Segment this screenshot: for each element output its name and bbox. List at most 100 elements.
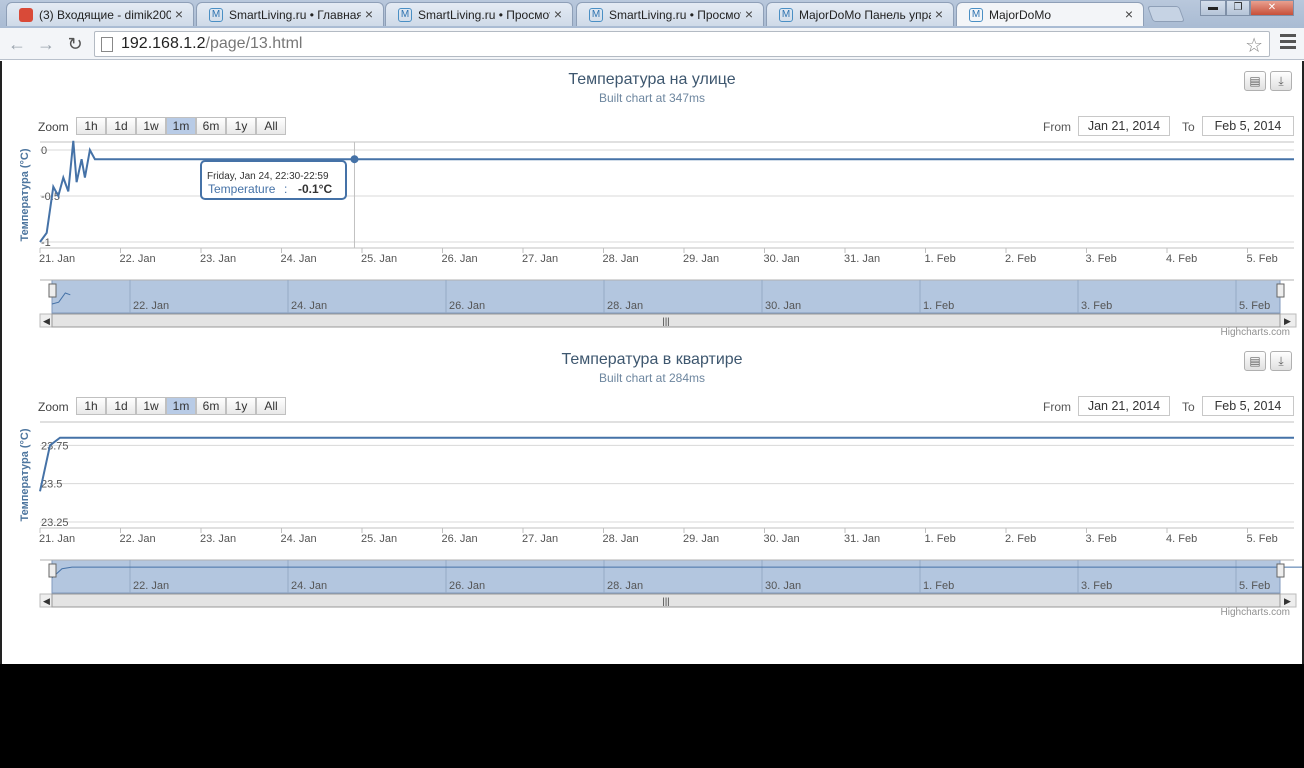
chart-panel: Температура в квартире Built chart at 284… xyxy=(2,341,1302,621)
y-axis-label: Температура (°C) xyxy=(19,148,31,241)
x-tick-label: 29. Jan xyxy=(683,533,719,545)
tooltip-series: Temperature xyxy=(208,182,276,196)
close-tab-icon[interactable]: × xyxy=(554,6,562,22)
credits-link[interactable]: Highcharts.com xyxy=(1221,327,1290,338)
x-tick-label: 3. Feb xyxy=(1086,253,1117,265)
navigator-tick-label: 28. Jan xyxy=(607,300,643,312)
tooltip-separator: : xyxy=(284,182,287,196)
menu-icon[interactable] xyxy=(1280,34,1296,52)
navigator-tick-label: 3. Feb xyxy=(1081,300,1112,312)
credits-link[interactable]: Highcharts.com xyxy=(1221,607,1290,618)
navigator-tick-label: 26. Jan xyxy=(449,580,485,592)
url-text[interactable]: 192.168.1.2/page/13.html xyxy=(121,35,302,53)
close-window-button[interactable]: ✕ xyxy=(1250,0,1294,16)
tab-title: MajorDoMo Панель управ xyxy=(799,8,931,22)
x-tick-label: 25. Jan xyxy=(361,253,397,265)
browser-tab[interactable]: M SmartLiving.ru • Главная × xyxy=(196,2,384,26)
tooltip-date: Friday, Jan 24, 22:30-22:59 xyxy=(207,171,329,182)
tab-title: SmartLiving.ru • Главная xyxy=(229,8,361,22)
scroll-right-icon[interactable]: ▶ xyxy=(1284,316,1291,326)
close-tab-icon[interactable]: × xyxy=(365,6,373,22)
new-tab-button[interactable] xyxy=(1147,6,1185,22)
x-tick-label: 22. Jan xyxy=(120,253,156,265)
tab-strip: (3) Входящие - dimik2000 × M SmartLiving.ru… xyxy=(0,0,1304,28)
browser-tab[interactable]: (3) Входящие - dimik2000 × xyxy=(6,2,194,26)
close-tab-icon[interactable]: × xyxy=(745,6,753,22)
y-axis-label: Температура (°C) xyxy=(19,428,31,521)
x-tick-label: 27. Jan xyxy=(522,533,558,545)
m-icon: M xyxy=(398,8,412,22)
navigator-tick-label: 26. Jan xyxy=(449,300,485,312)
url-path: /page/13.html xyxy=(205,35,303,52)
x-tick-label: 24. Jan xyxy=(281,533,317,545)
address-bar[interactable]: 192.168.1.2/page/13.html ☆ xyxy=(94,31,1270,57)
minimize-button[interactable]: ▬ xyxy=(1200,0,1226,16)
navigator-tick-label: 22. Jan xyxy=(133,300,169,312)
forward-icon[interactable]: → xyxy=(34,32,58,56)
y-tick-label: 23.25 xyxy=(41,517,69,529)
x-tick-label: 5. Feb xyxy=(1247,533,1278,545)
navigator-tick-label: 24. Jan xyxy=(291,580,327,592)
scrollbar-grip-icon: ||| xyxy=(662,596,669,606)
x-tick-label: 27. Jan xyxy=(522,253,558,265)
scroll-left-icon[interactable]: ◀ xyxy=(43,316,50,326)
browser-tab[interactable]: M MajorDoMo × xyxy=(956,2,1144,26)
m-icon: M xyxy=(969,8,983,22)
navigator-tick-label: 30. Jan xyxy=(765,580,801,592)
x-tick-label: 24. Jan xyxy=(281,253,317,265)
tab-title: SmartLiving.ru • Просмотр xyxy=(609,8,741,22)
x-tick-label: 21. Jan xyxy=(39,533,75,545)
x-tick-label: 1. Feb xyxy=(925,533,956,545)
chart-panel: Температура на улице Built chart at 347ms… xyxy=(2,61,1302,341)
close-tab-icon[interactable]: × xyxy=(935,6,943,22)
x-tick-label: 31. Jan xyxy=(844,253,880,265)
navigator-tick-label: 3. Feb xyxy=(1081,580,1112,592)
x-tick-label: 2. Feb xyxy=(1005,253,1036,265)
scroll-right-icon[interactable]: ▶ xyxy=(1284,596,1291,606)
x-tick-label: 26. Jan xyxy=(442,533,478,545)
x-tick-label: 28. Jan xyxy=(603,253,639,265)
navigator-handle[interactable] xyxy=(48,563,57,578)
browser-tab[interactable]: M MajorDoMo Панель управ × xyxy=(766,2,954,26)
reload-icon[interactable]: ↻ xyxy=(63,32,87,56)
browser-tab[interactable]: M SmartLiving.ru • Просмотр × xyxy=(385,2,573,26)
close-tab-icon[interactable]: × xyxy=(175,6,183,22)
x-tick-label: 30. Jan xyxy=(764,253,800,265)
x-tick-label: 1. Feb xyxy=(925,253,956,265)
scroll-left-icon[interactable]: ◀ xyxy=(43,596,50,606)
x-tick-label: 28. Jan xyxy=(603,533,639,545)
close-tab-icon[interactable]: × xyxy=(1125,6,1133,22)
y-tick-label: 0 xyxy=(41,145,47,157)
chart-svg: 23.7523.523.25Температура (°C)21. Jan 22.… xyxy=(19,421,1302,608)
x-tick-label: 21. Jan xyxy=(39,253,75,265)
x-tick-label: 4. Feb xyxy=(1166,253,1197,265)
navigator-tick-label: 1. Feb xyxy=(923,300,954,312)
tooltip-value: -0.1°C xyxy=(298,182,332,196)
x-tick-label: 29. Jan xyxy=(683,253,719,265)
navigator-tick-label: 22. Jan xyxy=(133,580,169,592)
x-tick-label: 25. Jan xyxy=(361,533,397,545)
navigator-handle[interactable] xyxy=(1276,563,1285,578)
x-tick-label: 3. Feb xyxy=(1086,533,1117,545)
scrollbar-grip-icon: ||| xyxy=(662,316,669,326)
tab-title: (3) Входящие - dimik2000 xyxy=(39,8,171,22)
url-host: 192.168.1.2 xyxy=(121,35,206,52)
navigator-tick-label: 5. Feb xyxy=(1239,300,1270,312)
tab-title: MajorDoMo xyxy=(989,8,1052,22)
navigator-handle[interactable] xyxy=(1276,283,1285,298)
maximize-button[interactable]: ❐ xyxy=(1226,0,1250,16)
navigator-handle[interactable] xyxy=(48,283,57,298)
back-icon[interactable]: ← xyxy=(5,32,29,56)
bookmark-star-icon[interactable]: ☆ xyxy=(1245,33,1263,58)
x-tick-label: 23. Jan xyxy=(200,253,236,265)
hover-point xyxy=(350,155,359,164)
browser-tab[interactable]: M SmartLiving.ru • Просмотр × xyxy=(576,2,764,26)
page-content: Температура на улице Built chart at 347ms… xyxy=(0,61,1304,664)
x-tick-label: 5. Feb xyxy=(1247,253,1278,265)
navigator-tick-label: 1. Feb xyxy=(923,580,954,592)
x-tick-label: 31. Jan xyxy=(844,533,880,545)
desktop-background xyxy=(0,664,1304,768)
navigator-tick-label: 28. Jan xyxy=(607,580,643,592)
tab-title: SmartLiving.ru • Просмотр xyxy=(418,8,550,22)
m-icon: M xyxy=(209,8,223,22)
